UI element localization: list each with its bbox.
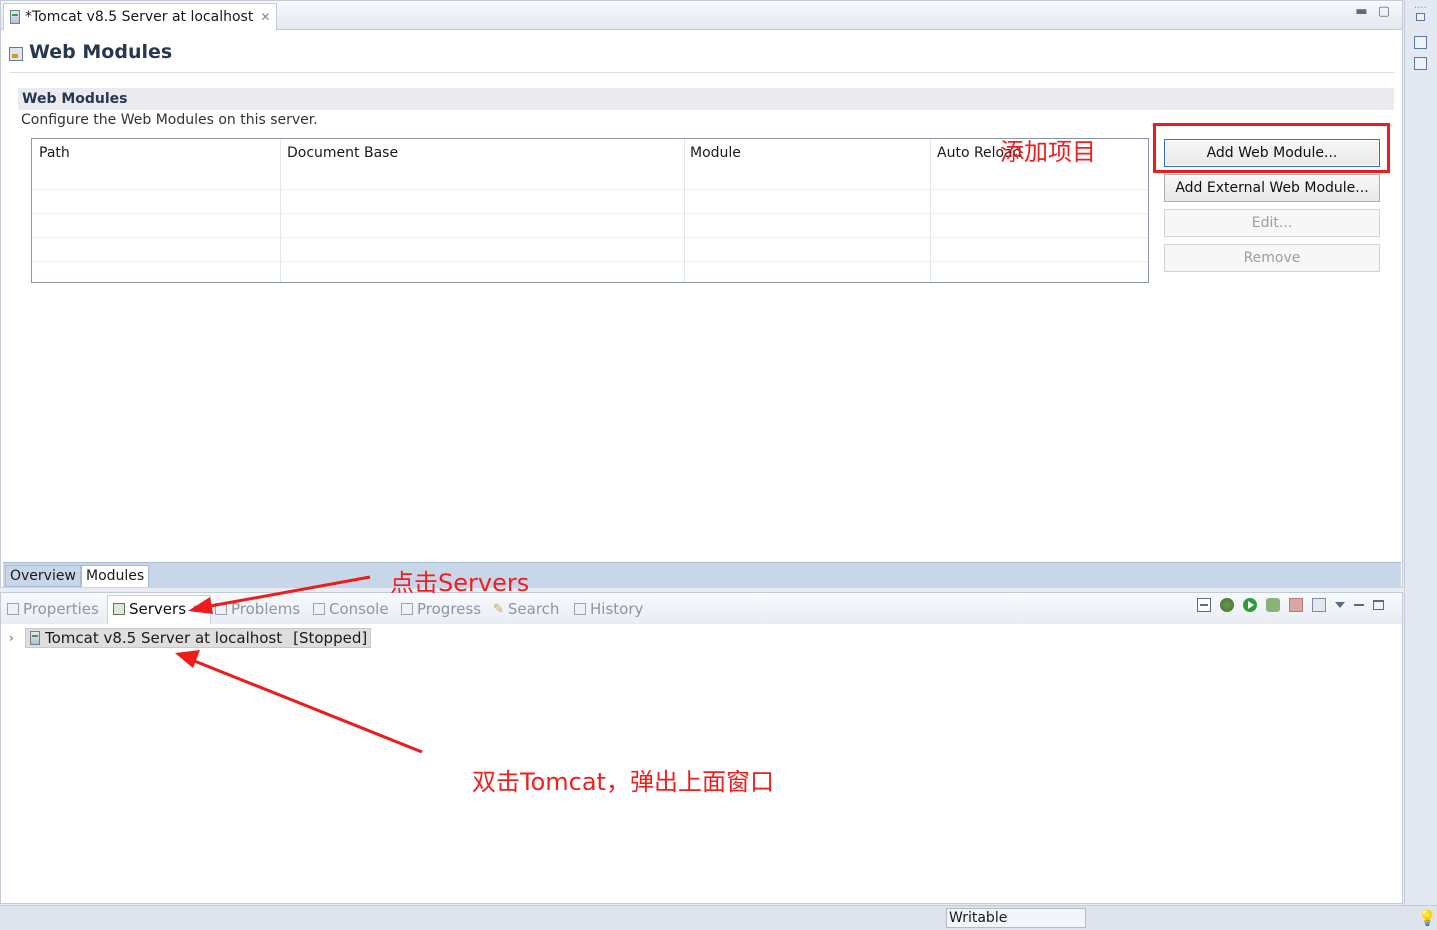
section-description: Configure the Web Modules on this server… (21, 112, 318, 128)
table-row[interactable] (32, 213, 1148, 214)
table-row[interactable] (32, 189, 1148, 190)
server-icon (10, 10, 20, 24)
problems-icon (215, 603, 227, 615)
tab-label: Search (507, 600, 560, 618)
servers-view-panel: Properties Servers ✕ Problems Console Pr… (0, 592, 1403, 904)
tab-search[interactable]: ✎ Search (493, 600, 559, 618)
edit-button[interactable]: Edit... (1164, 209, 1380, 237)
server-tree-row[interactable]: › Tomcat v8.5 Server at localhost [Stopp… (9, 628, 372, 648)
header-divider (9, 72, 1394, 73)
column-header-path[interactable]: Path (39, 145, 70, 161)
right-trim-toolbar: .... (1404, 0, 1437, 905)
server-state: [Stopped] (293, 629, 368, 647)
annotation-add-project: 添加项目 (1000, 138, 1096, 166)
tab-console[interactable]: Console (313, 600, 389, 618)
console-icon (313, 603, 325, 615)
lightbulb-icon[interactable]: 💡 (1418, 909, 1437, 927)
debug-server-icon[interactable] (1220, 598, 1234, 612)
server-editor: *Tomcat v8.5 Server at localhost ✕ ▬ ▢ W… (0, 0, 1403, 588)
close-icon[interactable]: ✕ (192, 602, 202, 616)
column-header-module[interactable]: Module (690, 145, 741, 161)
annotation-click-servers: 点击Servers (390, 569, 530, 597)
page-header: Web Modules (9, 41, 172, 63)
server-icon (30, 631, 40, 645)
close-icon[interactable]: ✕ (260, 10, 270, 24)
web-modules-icon (9, 47, 23, 61)
minimize-icon[interactable]: ▬ (1355, 4, 1367, 19)
search-icon: ✎ (493, 601, 504, 617)
editor-tab-bar: *Tomcat v8.5 Server at localhost ✕ ▬ ▢ (1, 1, 1402, 30)
minimize-icon[interactable] (1354, 604, 1364, 606)
status-writable: Writable (946, 908, 1086, 928)
tab-history[interactable]: History (574, 600, 643, 618)
profile-server-icon[interactable] (1266, 598, 1280, 612)
server-name: Tomcat v8.5 Server at localhost (45, 629, 283, 647)
editor-tab-tomcat-server[interactable]: *Tomcat v8.5 Server at localhost ✕ (3, 3, 278, 30)
column-header-document-base[interactable]: Document Base (287, 145, 398, 161)
progress-icon (401, 603, 413, 615)
section-title[interactable]: Web Modules (18, 88, 1394, 110)
tab-label: History (590, 600, 644, 618)
task-list-icon[interactable] (1414, 57, 1427, 70)
tab-properties[interactable]: Properties (7, 600, 99, 618)
chevron-right-icon[interactable]: › (9, 631, 19, 645)
tab-label: Servers (129, 600, 187, 618)
publish-icon[interactable] (1312, 598, 1326, 612)
history-icon (574, 603, 586, 615)
table-row[interactable] (32, 237, 1148, 238)
trim-handle-icon[interactable]: .... (1414, 0, 1427, 11)
tab-servers[interactable]: Servers ✕ (113, 600, 202, 618)
annotation-highlight-box (1153, 123, 1390, 173)
maximize-icon[interactable]: ▢ (1378, 4, 1390, 19)
tab-label: Problems (231, 600, 301, 618)
tab-progress[interactable]: Progress (401, 600, 481, 618)
status-bar: Writable 💡 (0, 905, 1437, 930)
tab-label: Console (329, 600, 389, 618)
start-server-icon[interactable] (1243, 598, 1257, 612)
restore-icon[interactable] (1416, 13, 1425, 21)
page-title: Web Modules (29, 41, 173, 63)
tab-overview[interactable]: Overview (5, 565, 81, 587)
editor-tab-label: *Tomcat v8.5 Server at localhost (25, 9, 254, 25)
stop-server-icon[interactable] (1289, 598, 1303, 612)
editor-window-controls: ▬ ▢ (1355, 4, 1390, 19)
editor-page-tabs: Overview Modules (3, 562, 1401, 588)
tab-modules[interactable]: Modules (81, 565, 150, 587)
server-item-tomcat[interactable]: Tomcat v8.5 Server at localhost [Stopped… (25, 628, 372, 648)
servers-icon (113, 603, 125, 615)
tab-label: Properties (23, 600, 99, 618)
add-external-web-module-button[interactable]: Add External Web Module... (1164, 174, 1380, 202)
remove-button[interactable]: Remove (1164, 244, 1380, 272)
view-menu-icon[interactable] (1335, 602, 1345, 608)
tab-label: Progress (417, 600, 482, 618)
maximize-icon[interactable] (1373, 600, 1384, 610)
properties-icon (7, 603, 19, 615)
view-tab-bar: Properties Servers ✕ Problems Console Pr… (1, 593, 1402, 624)
annotation-double-click-tomcat: 双击Tomcat，弹出上面窗口 (472, 768, 774, 796)
servers-toolbar (1197, 598, 1384, 612)
tab-problems[interactable]: Problems (215, 600, 300, 618)
outline-icon[interactable] (1414, 36, 1427, 49)
collapse-all-icon[interactable] (1197, 598, 1211, 612)
web-modules-table[interactable]: Path Document Base Module Auto Reload (31, 138, 1149, 283)
table-row[interactable] (32, 261, 1148, 262)
